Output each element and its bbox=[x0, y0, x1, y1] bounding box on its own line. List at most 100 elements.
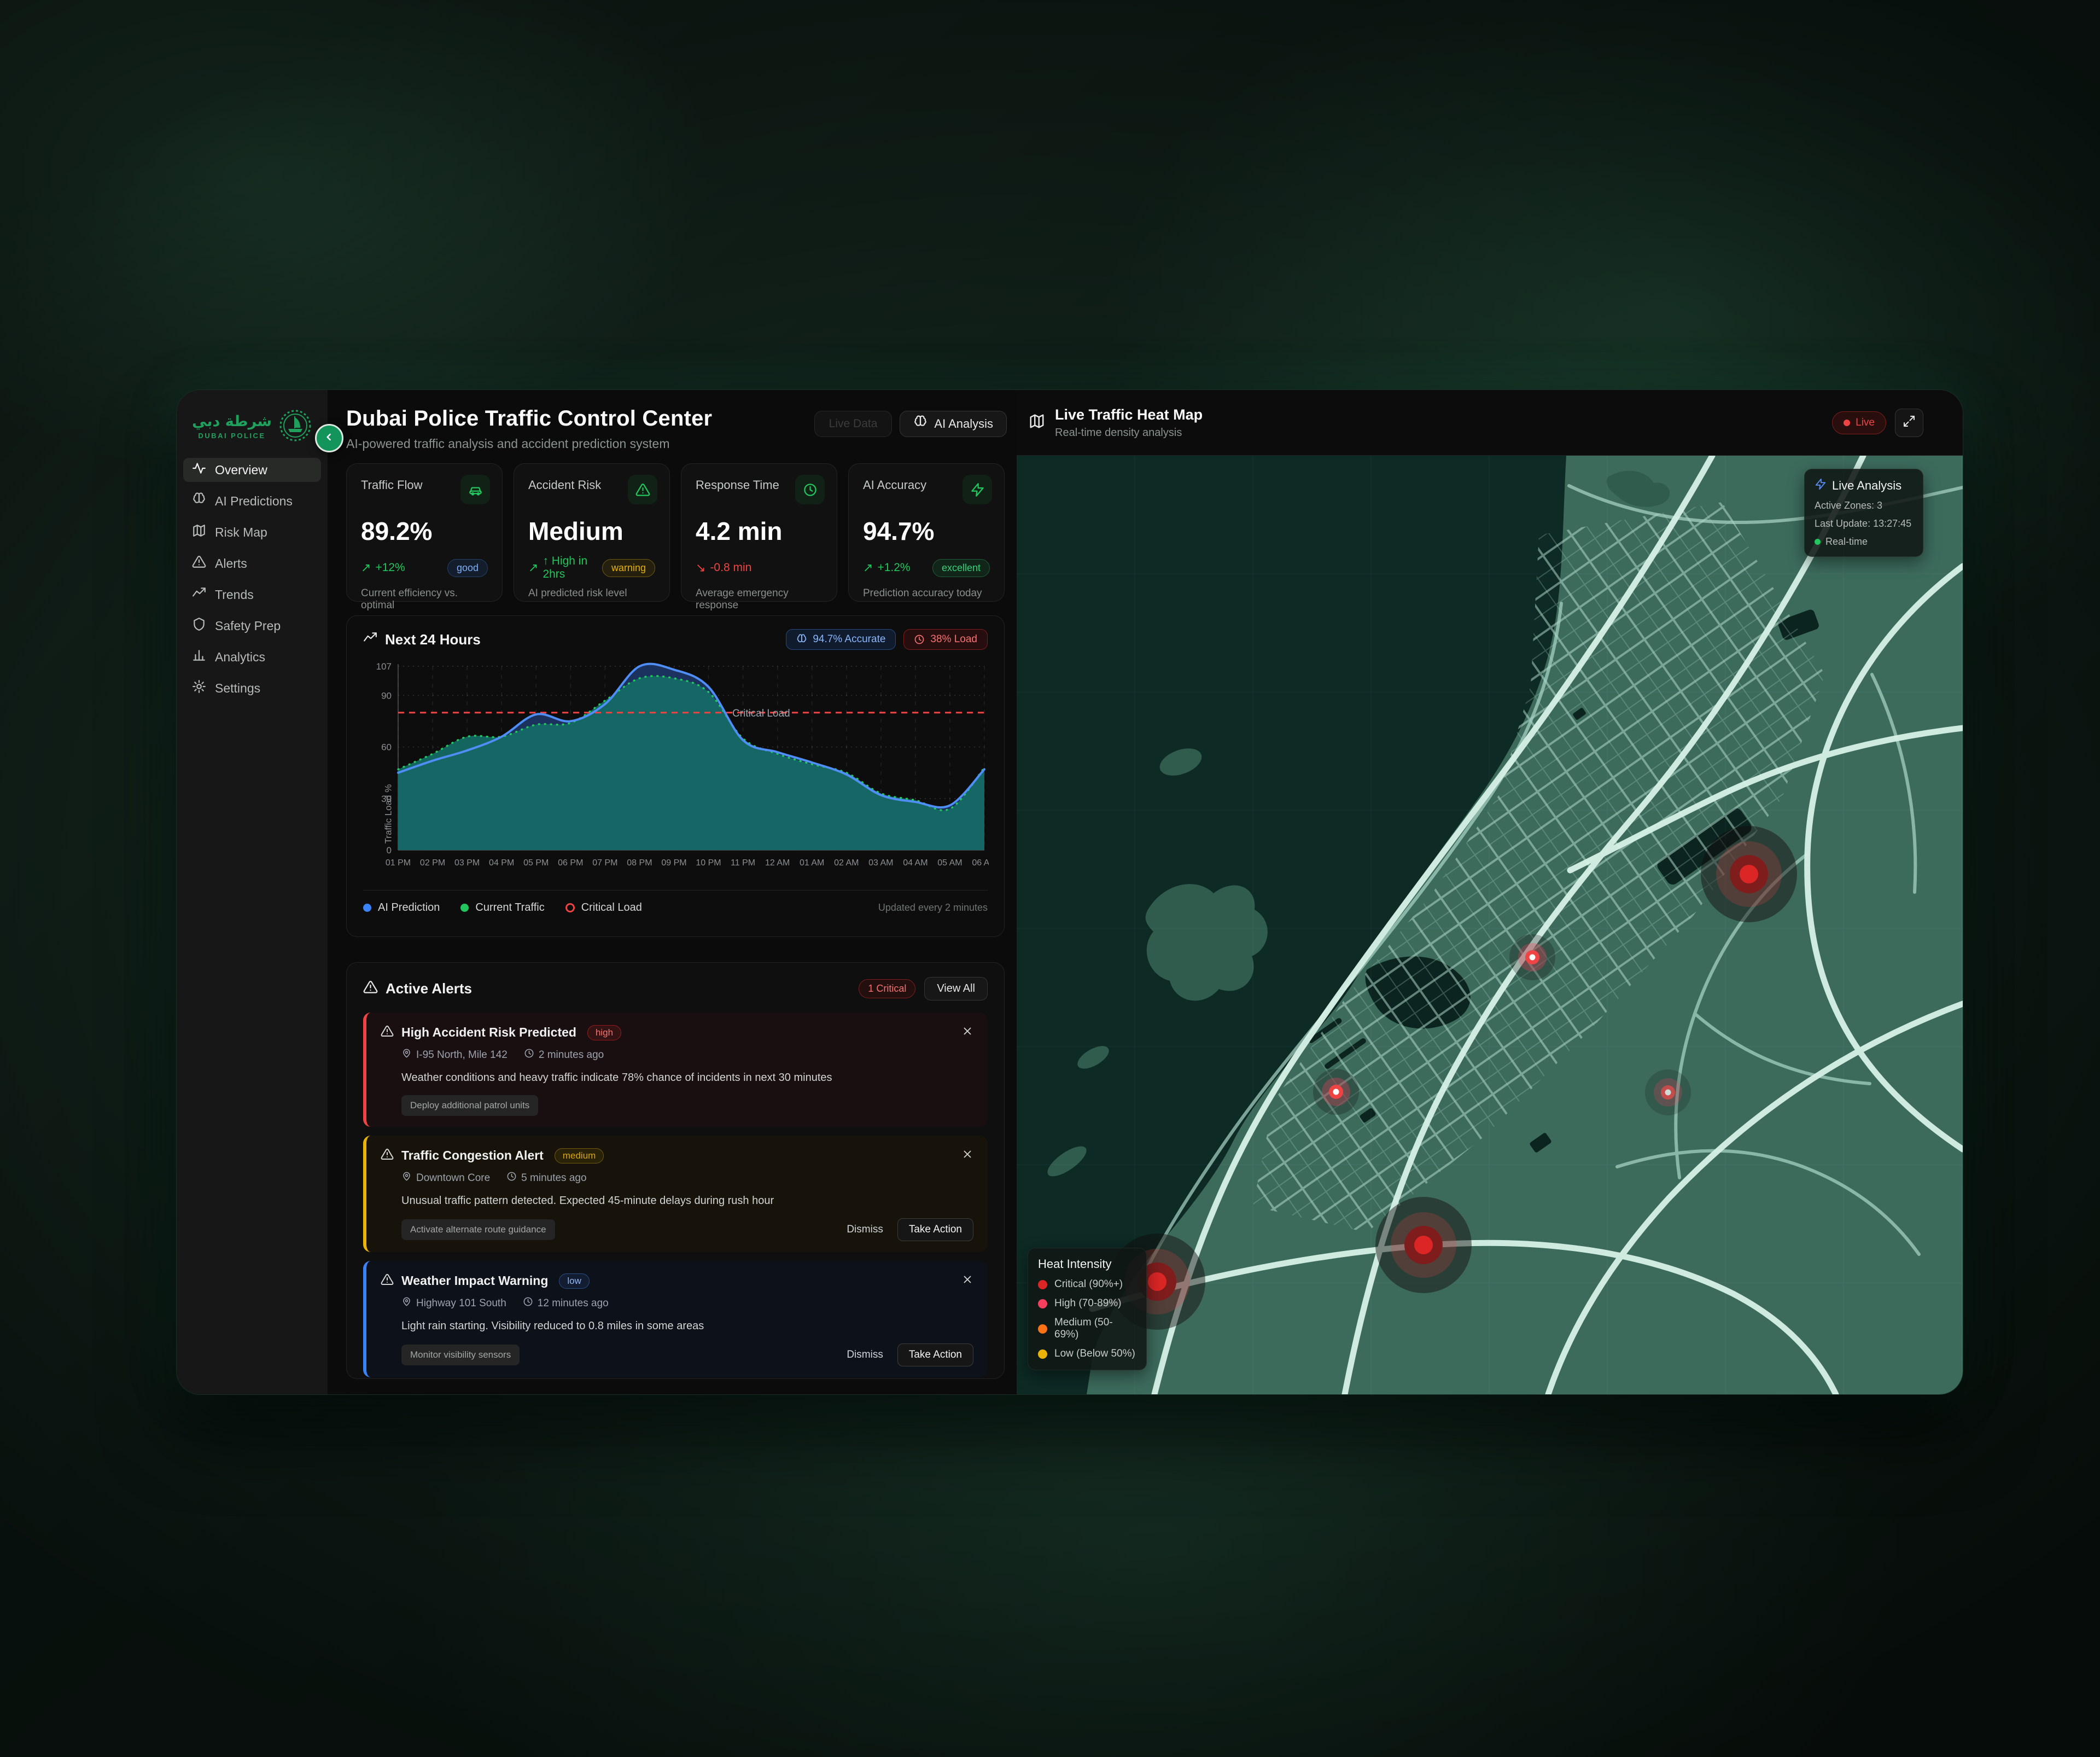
take-action-button[interactable]: Take Action bbox=[897, 1343, 973, 1366]
svg-text:60: 60 bbox=[381, 742, 392, 753]
heat-point[interactable] bbox=[1509, 934, 1555, 980]
svg-text:107: 107 bbox=[376, 661, 392, 672]
svg-text:Critical Load: Critical Load bbox=[732, 708, 790, 719]
traffic-forecast-chart: 107906030001 PM02 PM03 PM04 PM05 PM06 PM… bbox=[363, 659, 989, 880]
status-badge: good bbox=[447, 559, 488, 577]
svg-text:02 AM: 02 AM bbox=[834, 858, 859, 868]
alert-triangle-icon bbox=[381, 1025, 394, 1040]
car-icon bbox=[460, 475, 490, 504]
severity-badge: high bbox=[587, 1025, 621, 1040]
ai-analysis-button[interactable]: AI Analysis bbox=[900, 411, 1007, 437]
stat-delta: ↗+1.2% bbox=[863, 561, 911, 575]
svg-text:10 PM: 10 PM bbox=[696, 858, 721, 868]
alert-triangle-icon bbox=[192, 555, 206, 572]
status-badge: warning bbox=[602, 559, 655, 577]
severity-badge: low bbox=[559, 1273, 590, 1289]
svg-text:07 PM: 07 PM bbox=[592, 858, 617, 868]
sidebar-item-label: Overview bbox=[215, 463, 267, 478]
stat-delta: ↗+12% bbox=[361, 561, 405, 575]
svg-text:06 AM: 06 AM bbox=[972, 858, 989, 868]
map-pin-icon bbox=[401, 1048, 412, 1062]
map-subtitle: Real-time density analysis bbox=[1055, 427, 1203, 439]
stat-delta: ↗↑ High in 2hrs bbox=[528, 555, 602, 581]
page-title: Dubai Police Traffic Control Center bbox=[346, 406, 712, 431]
stat-card-response-time: Response Time 4.2 min ↘-0.8 min Average … bbox=[681, 463, 837, 602]
active-alerts-card: Active Alerts 1 Critical View All High A… bbox=[346, 962, 1005, 1379]
sidebar-item-risk-map[interactable]: Risk Map bbox=[183, 520, 321, 544]
clock-icon bbox=[523, 1296, 533, 1310]
zap-icon bbox=[1815, 478, 1827, 493]
logo-arabic-text: شرطة دبي bbox=[192, 414, 272, 430]
shield-icon bbox=[192, 617, 206, 635]
svg-text:90: 90 bbox=[381, 690, 392, 701]
sidebar-item-analytics[interactable]: Analytics bbox=[183, 645, 321, 669]
clock-icon bbox=[795, 475, 825, 504]
sidebar-item-overview[interactable]: Overview bbox=[183, 458, 321, 482]
sidebar: شرطة دبي DUBAI POLICE Overview AI bbox=[177, 390, 328, 1394]
svg-text:05 PM: 05 PM bbox=[523, 858, 549, 868]
map-icon bbox=[1029, 413, 1045, 432]
alert-card-traffic-congestion: Traffic Congestion Alert medium Downtown… bbox=[363, 1136, 988, 1252]
alert-triangle-icon bbox=[628, 475, 657, 504]
close-icon[interactable] bbox=[961, 1148, 973, 1163]
accuracy-badge: 94.7% Accurate bbox=[786, 629, 896, 650]
sidebar-item-label: Settings bbox=[215, 681, 260, 696]
heat-point[interactable] bbox=[1701, 826, 1797, 922]
view-all-button[interactable]: View All bbox=[924, 977, 988, 1000]
update-note: Updated every 2 minutes bbox=[878, 902, 988, 914]
sidebar-item-ai-predictions[interactable]: AI Predictions bbox=[183, 489, 321, 513]
svg-text:09 PM: 09 PM bbox=[661, 858, 686, 868]
header-actions: Live Data AI Analysis bbox=[814, 411, 1007, 437]
sidebar-item-alerts[interactable]: Alerts bbox=[183, 551, 321, 575]
y-axis-label: Traffic Load % bbox=[383, 784, 394, 844]
load-badge: 38% Load bbox=[903, 629, 988, 650]
sidebar-item-label: Risk Map bbox=[215, 525, 267, 540]
dismiss-button[interactable]: Dismiss bbox=[838, 1219, 892, 1240]
svg-text:06 PM: 06 PM bbox=[558, 858, 583, 868]
trending-up-icon bbox=[363, 631, 377, 649]
expand-map-button[interactable] bbox=[1895, 409, 1923, 437]
heat-point[interactable] bbox=[1645, 1069, 1691, 1115]
sidebar-item-settings[interactable]: Settings bbox=[183, 676, 321, 700]
close-icon[interactable] bbox=[961, 1273, 973, 1288]
last-update-text: Last Update: 13:27:45 bbox=[1815, 518, 1913, 530]
alert-card-high-accident-risk: High Accident Risk Predicted high I-95 N… bbox=[363, 1013, 988, 1127]
heat-point[interactable] bbox=[1375, 1197, 1472, 1293]
critical-load-marker bbox=[565, 903, 575, 912]
svg-text:11 PM: 11 PM bbox=[731, 858, 755, 868]
alert-triangle-icon bbox=[381, 1273, 394, 1289]
city-map bbox=[1017, 456, 1963, 1394]
chart-legend: AI Prediction Current Traffic Critical L… bbox=[363, 890, 988, 914]
green-dot-icon bbox=[1815, 539, 1821, 545]
close-icon[interactable] bbox=[961, 1025, 973, 1040]
sidebar-item-trends[interactable]: Trends bbox=[183, 583, 321, 607]
map-canvas[interactable]: Live Analysis Active Zones: 3 Last Updat… bbox=[1017, 456, 1963, 1394]
svg-text:01 AM: 01 AM bbox=[800, 858, 824, 868]
svg-text:0: 0 bbox=[387, 845, 392, 856]
police-emblem-icon bbox=[278, 409, 312, 445]
heat-intensity-legend: Heat Intensity Critical (90%+) High (70-… bbox=[1028, 1248, 1147, 1370]
live-status-badge: Live bbox=[1832, 411, 1886, 434]
zap-icon bbox=[962, 475, 992, 504]
page-subtitle: AI-powered traffic analysis and accident… bbox=[346, 437, 712, 451]
svg-text:12 AM: 12 AM bbox=[765, 858, 790, 868]
stat-delta: ↘-0.8 min bbox=[696, 561, 751, 575]
gear-icon bbox=[192, 679, 206, 697]
svg-text:08 PM: 08 PM bbox=[627, 858, 652, 868]
clock-icon bbox=[524, 1048, 534, 1062]
sidebar-collapse-button[interactable] bbox=[315, 424, 343, 452]
take-action-button[interactable]: Take Action bbox=[897, 1218, 973, 1241]
chevron-left-icon bbox=[324, 432, 335, 445]
suggested-action-tag: Deploy additional patrol units bbox=[401, 1095, 538, 1116]
heat-point[interactable] bbox=[1313, 1069, 1359, 1115]
svg-text:04 PM: 04 PM bbox=[489, 858, 514, 868]
activity-icon bbox=[192, 461, 206, 479]
live-data-button[interactable]: Live Data bbox=[814, 411, 892, 437]
sidebar-item-safety-prep[interactable]: Safety Prep bbox=[183, 614, 321, 638]
stat-card-traffic-flow: Traffic Flow 89.2% ↗+12% good Current ef… bbox=[346, 463, 503, 602]
live-dot-icon bbox=[1844, 420, 1850, 426]
dismiss-button[interactable]: Dismiss bbox=[838, 1345, 892, 1365]
suggested-action-tag: Monitor visibility sensors bbox=[401, 1345, 520, 1365]
stat-card-accident-risk: Accident Risk Medium ↗↑ High in 2hrs war… bbox=[514, 463, 670, 602]
map-title: Live Traffic Heat Map bbox=[1055, 406, 1203, 423]
